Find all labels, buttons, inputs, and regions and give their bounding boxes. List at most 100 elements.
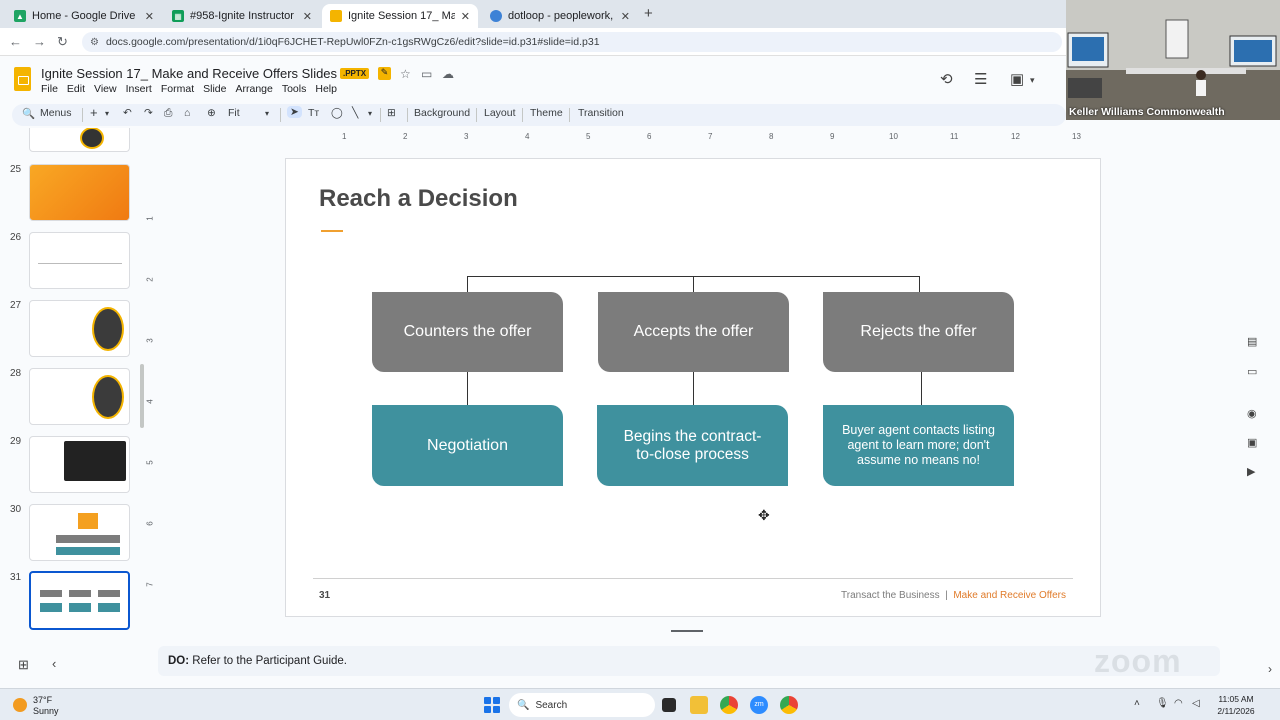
theme-button[interactable]: Theme [530, 107, 563, 119]
site-settings-icon[interactable]: ⚙ [90, 37, 99, 48]
drive-folder-icon[interactable]: ▭ [1247, 365, 1257, 378]
menu-tools[interactable]: Tools [282, 83, 307, 95]
background-button[interactable]: Background [414, 107, 470, 119]
chrome-icon[interactable] [720, 696, 738, 714]
offline-icon[interactable]: ✎ [378, 67, 391, 80]
menu-file[interactable]: File [41, 83, 58, 95]
comment-add-icon[interactable]: ⊞ [387, 107, 396, 119]
close-tab-icon[interactable]: ✕ [621, 10, 630, 23]
chevron-down-icon[interactable]: ▾ [368, 109, 372, 118]
menu-view[interactable]: View [94, 83, 117, 95]
collapse-side-panel-icon[interactable]: › [1268, 662, 1272, 676]
new-slide-icon[interactable]: + [90, 105, 98, 120]
back-arrow-icon[interactable]: ← [9, 34, 22, 49]
tab-instructor-signup[interactable]: ▦ #958-Ignite Instructor Sign Up ✕ [164, 4, 320, 28]
notes-resize-handle[interactable] [671, 630, 703, 632]
chrome-icon[interactable] [780, 696, 798, 714]
menu-help[interactable]: Help [315, 83, 337, 95]
search-menus-icon[interactable]: 🔍 [22, 107, 35, 120]
sun-icon[interactable] [13, 698, 27, 712]
collapse-filmstrip-icon[interactable]: ‹ [52, 656, 56, 671]
chevron-down-icon[interactable]: ▾ [265, 109, 269, 118]
slide-title[interactable]: Reach a Decision [319, 185, 518, 213]
comments-icon[interactable]: ☰ [974, 70, 987, 88]
accepts-offer-box[interactable]: Accepts the offer [598, 292, 789, 372]
tab-ignite-session-slides[interactable]: Ignite Session 17_ Make and Re ✕ [322, 4, 478, 28]
weather-description[interactable]: Sunny [33, 706, 59, 716]
tab-dotloop[interactable]: dotloop - peoplework, not pap ✕ [482, 4, 638, 28]
slide-filmstrip[interactable]: 25 26 27 28 29 30 31 [0, 128, 148, 633]
zoom-app-icon[interactable]: zm [750, 696, 768, 714]
slide-thumbnail-24[interactable] [29, 128, 130, 152]
chevron-down-icon[interactable]: ▾ [1030, 75, 1035, 86]
negotiation-box[interactable]: Negotiation [372, 405, 563, 486]
text-box-icon[interactable]: Tт [308, 107, 319, 119]
tab-google-drive[interactable]: ▲ Home - Google Drive ✕ [6, 4, 162, 28]
weather-temperature[interactable]: 37°F [33, 695, 52, 705]
chevron-down-icon[interactable]: ▾ [105, 109, 109, 118]
version-history-icon[interactable]: ⟲ [940, 70, 953, 88]
layout-button[interactable]: Layout [484, 107, 516, 119]
clock-date[interactable]: 2/11/2026 [1212, 706, 1260, 716]
speaker-icon[interactable]: ◁ [1192, 698, 1200, 709]
paint-format-icon[interactable]: ⌂ [184, 107, 190, 119]
slide-thumbnail-29[interactable] [29, 436, 130, 493]
participant-video[interactable]: Keller Williams Commonwealth [1066, 0, 1280, 120]
cloud-status-icon[interactable]: ☁ [442, 67, 454, 81]
present-icon[interactable]: ▶ [1247, 465, 1255, 478]
close-tab-icon[interactable]: ✕ [461, 10, 470, 23]
move-folder-icon[interactable]: ▭ [421, 67, 432, 81]
keep-icon[interactable]: ▤ [1247, 335, 1257, 348]
menu-format[interactable]: Format [161, 83, 194, 95]
contract-to-close-box[interactable]: Begins the contract-to-close process [597, 405, 788, 486]
star-icon[interactable]: ☆ [400, 67, 411, 81]
shape-icon[interactable]: ◯ [331, 107, 343, 119]
slide-thumbnail-27[interactable] [29, 300, 130, 357]
slide-thumbnail-25[interactable] [29, 164, 130, 221]
transition-button[interactable]: Transition [578, 107, 624, 119]
ruler-tick-label: 5 [145, 460, 155, 465]
redo-icon[interactable]: ↷ [144, 107, 153, 119]
meet-camera-icon[interactable]: ▣ [1010, 70, 1024, 88]
filmstrip-scrollbar[interactable] [140, 364, 144, 428]
print-icon[interactable]: ⎙ [164, 107, 172, 120]
menu-arrange[interactable]: Arrange [235, 83, 272, 95]
menu-slide[interactable]: Slide [203, 83, 226, 95]
record-icon[interactable]: ◉ [1247, 407, 1257, 420]
buyer-agent-box[interactable]: Buyer agent contacts listing agent to le… [823, 405, 1014, 486]
slide-canvas[interactable]: Reach a Decision Counters the offer Acce… [285, 158, 1101, 617]
slide-thumbnail-30[interactable] [29, 504, 130, 561]
undo-icon[interactable]: ↶ [123, 107, 132, 119]
line-icon[interactable]: ╲ [352, 107, 358, 119]
file-explorer-icon[interactable] [690, 696, 708, 714]
task-view-icon[interactable] [662, 698, 676, 712]
document-title[interactable]: Ignite Session 17_ Make and Receive Offe… [41, 66, 365, 81]
close-tab-icon[interactable]: ✕ [303, 10, 312, 23]
menu-insert[interactable]: Insert [126, 83, 152, 95]
new-tab-button[interactable]: + [644, 5, 653, 22]
menu-edit[interactable]: Edit [67, 83, 85, 95]
forward-arrow-icon[interactable]: → [33, 34, 46, 49]
microphone-icon[interactable]: 🎙 [1156, 698, 1169, 709]
speaker-notes[interactable]: DO: Refer to the Participant Guide. [158, 646, 1220, 676]
slide-thumbnail-26[interactable] [29, 232, 130, 289]
slide-thumbnail-31[interactable] [29, 571, 130, 630]
close-tab-icon[interactable]: ✕ [145, 10, 154, 23]
rejects-offer-box[interactable]: Rejects the offer [823, 292, 1014, 372]
google-slides-logo-icon[interactable] [14, 67, 31, 91]
windows-start-icon[interactable] [484, 697, 500, 713]
clock-time[interactable]: 11:05 AM [1212, 694, 1260, 704]
chevron-up-icon[interactable]: ˄ [1134, 698, 1140, 709]
camera-icon[interactable]: ▣ [1247, 436, 1257, 449]
grid-view-icon[interactable]: ⊞ [18, 657, 29, 673]
taskbar-search[interactable]: 🔍 Search [509, 693, 655, 717]
reload-icon[interactable]: ↻ [57, 34, 68, 50]
slide-thumbnail-28[interactable] [29, 368, 130, 425]
wifi-icon[interactable]: ◠ [1174, 698, 1183, 709]
zoom-select[interactable]: Fit [228, 107, 240, 119]
address-bar[interactable]: ⚙ docs.google.com/presentation/d/1i0qF6J… [82, 32, 1062, 52]
search-menus-button[interactable]: Menus [40, 107, 72, 119]
select-cursor-icon[interactable]: ➤ [287, 106, 302, 118]
zoom-icon[interactable]: ⊕ [207, 107, 216, 119]
counters-offer-box[interactable]: Counters the offer [372, 292, 563, 372]
